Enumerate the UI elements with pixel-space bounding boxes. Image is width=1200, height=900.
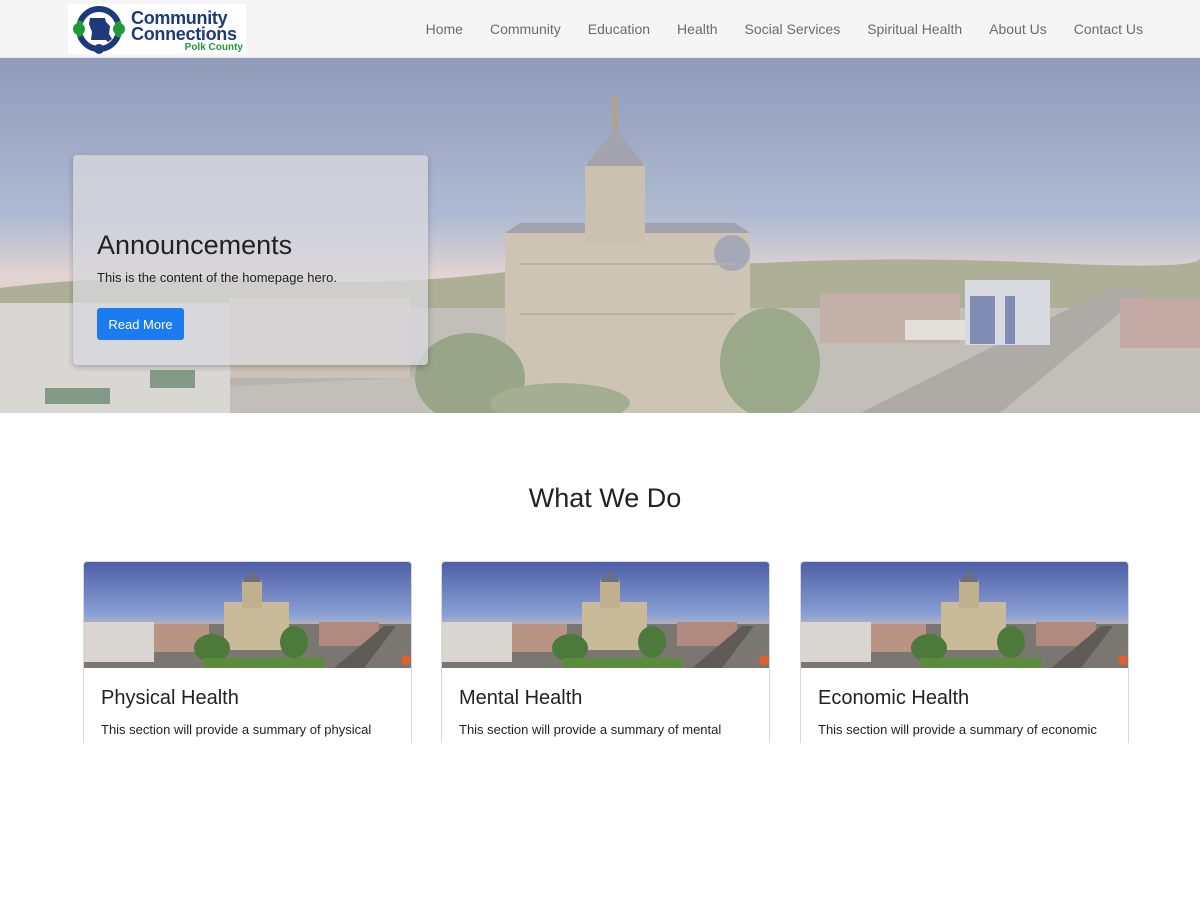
announcement-card: Announcements This is the content of the… (73, 155, 428, 365)
missouri-map-icon (73, 6, 125, 54)
card-courthouse-image (84, 562, 411, 668)
hero-banner: Announcements This is the content of the… (0, 58, 1200, 413)
brand-line-2: Connections (131, 24, 237, 44)
card-text: This section will provide a summary of e… (818, 722, 1097, 737)
section-title: What We Do (528, 483, 682, 513)
main-nav: Home Community Education Health Social S… (399, 0, 1143, 58)
nav-community[interactable]: Community (490, 21, 561, 37)
nav-social-services[interactable]: Social Services (745, 21, 841, 37)
brand-logo[interactable]: Community Connections Polk County (68, 4, 246, 54)
read-more-button[interactable]: Read More (97, 308, 184, 340)
hero-title: Announcements (97, 230, 293, 260)
card-title: Economic Health (818, 687, 970, 709)
nav-health[interactable]: Health (677, 21, 717, 37)
nav-home[interactable]: Home (426, 21, 463, 37)
hero-text: This is the content of the homepage hero… (97, 270, 337, 285)
nav-about-us[interactable]: About Us (989, 21, 1047, 37)
card-title: Physical Health (101, 687, 239, 709)
nav-contact-us[interactable]: Contact Us (1074, 21, 1143, 37)
card-text: This section will provide a summary of m… (459, 722, 722, 737)
nav-education[interactable]: Education (588, 21, 650, 37)
card-physical-health[interactable]: Physical Health This section will provid… (83, 561, 412, 743)
brand-line-3: Polk County (184, 42, 243, 53)
card-courthouse-image (801, 562, 1128, 668)
top-navbar: Community Connections Polk County Home C… (0, 0, 1200, 58)
card-economic-health[interactable]: Economic Health This section will provid… (800, 561, 1129, 743)
nav-spiritual-health[interactable]: Spiritual Health (867, 21, 962, 37)
card-title: Mental Health (459, 687, 583, 709)
card-text: This section will provide a summary of p… (101, 722, 372, 737)
card-courthouse-image (442, 562, 769, 668)
card-mental-health[interactable]: Mental Health This section will provide … (441, 561, 770, 743)
